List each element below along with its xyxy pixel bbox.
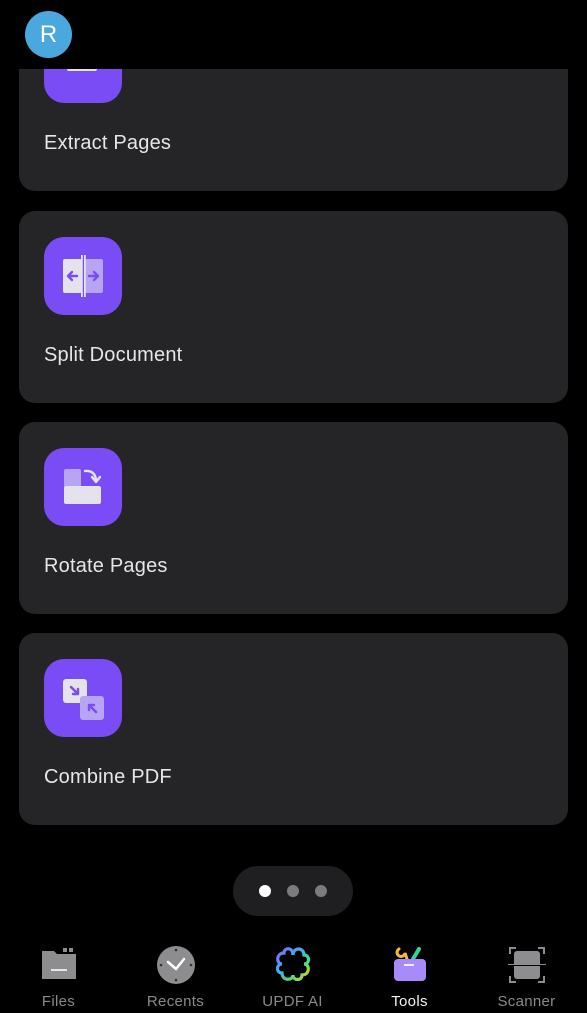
extract-pages-icon <box>44 69 122 103</box>
folder-icon <box>41 948 76 979</box>
page-indicator[interactable] <box>233 866 353 916</box>
tool-card-extract-pages[interactable]: Extract Pages <box>19 69 568 191</box>
clock-icon <box>156 946 195 984</box>
tab-tools[interactable]: Tools <box>351 935 468 1013</box>
tool-label: Split Document <box>44 344 183 366</box>
tab-files[interactable]: Files <box>0 935 117 1013</box>
top-header: R <box>0 0 587 69</box>
split-document-icon <box>44 237 122 315</box>
page-dot-3[interactable] <box>315 885 327 897</box>
tab-label: Scanner <box>497 993 556 1010</box>
page-dot-1[interactable] <box>259 885 271 897</box>
tab-label: Recents <box>146 993 205 1010</box>
avatar[interactable]: R <box>25 11 72 58</box>
tool-label: Rotate Pages <box>44 555 168 577</box>
tool-card-split-document[interactable]: Split Document <box>19 211 568 403</box>
tab-label: Tools <box>391 993 428 1010</box>
tab-scanner[interactable]: Scanner <box>468 935 585 1013</box>
avatar-initial: R <box>39 20 58 48</box>
tool-card-combine-pdf[interactable]: Combine PDF <box>19 633 568 825</box>
rotate-pages-icon <box>44 448 122 526</box>
bottom-tab-bar: Files Recents UPDF AI Tools Scanner <box>0 935 587 1013</box>
tool-card-rotate-pages[interactable]: Rotate Pages <box>19 422 568 614</box>
ai-flower-icon <box>275 947 310 982</box>
tab-label: UPDF AI <box>262 993 323 1010</box>
toolbox-icon <box>393 947 426 981</box>
tool-label: Extract Pages <box>44 132 172 154</box>
tab-updf-ai[interactable]: UPDF AI <box>234 935 351 1013</box>
tool-label: Combine PDF <box>44 766 172 788</box>
tools-list[interactable]: Extract Pages Split Document Rotate Page <box>0 69 587 939</box>
page-dot-2[interactable] <box>287 885 299 897</box>
tab-recents[interactable]: Recents <box>117 935 234 1013</box>
scanner-icon <box>507 947 546 983</box>
tab-label: Files <box>41 993 76 1010</box>
combine-pdf-icon <box>44 659 122 737</box>
